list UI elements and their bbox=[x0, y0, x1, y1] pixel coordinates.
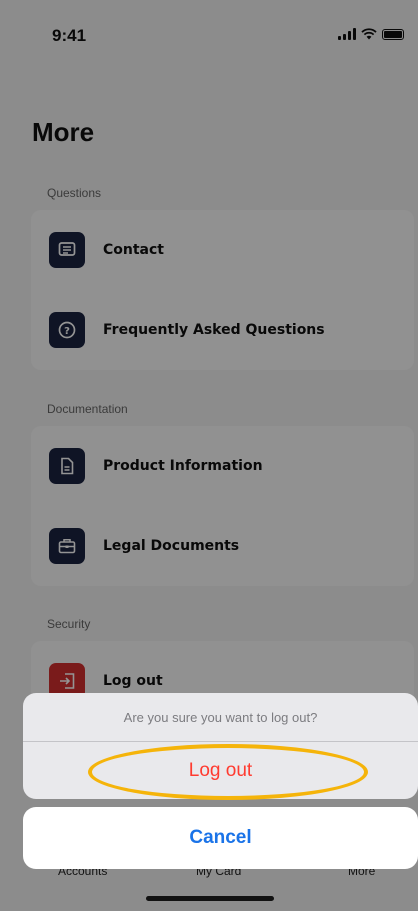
home-indicator bbox=[146, 896, 274, 901]
action-sheet-message: Are you sure you want to log out? bbox=[23, 693, 418, 742]
cancel-button[interactable]: Cancel bbox=[23, 807, 418, 869]
action-sheet: Are you sure you want to log out? Log ou… bbox=[23, 693, 418, 799]
confirm-logout-button[interactable]: Log out bbox=[23, 742, 418, 799]
